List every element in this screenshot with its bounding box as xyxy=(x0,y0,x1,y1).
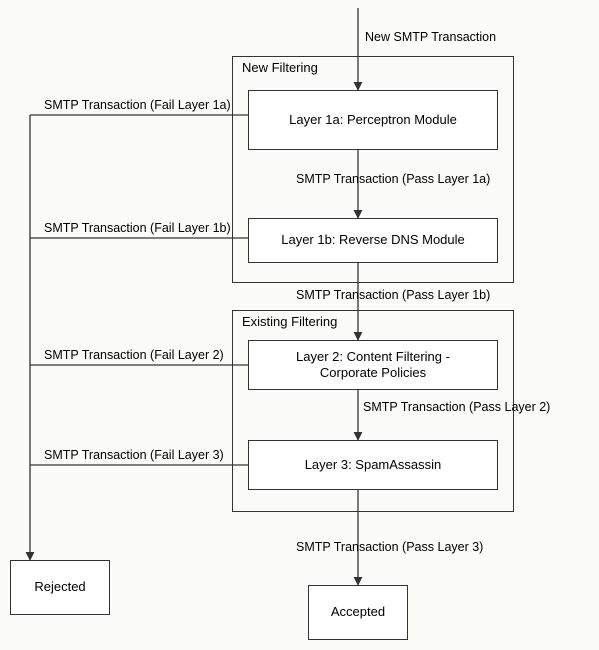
edge-label-fail1a: SMTP Transaction (Fail Layer 1a) xyxy=(44,98,231,112)
edge-label-pass3: SMTP Transaction (Pass Layer 3) xyxy=(296,540,483,554)
node-layer2-line2: Corporate Policies xyxy=(320,365,426,380)
edge-label-fail1b: SMTP Transaction (Fail Layer 1b) xyxy=(44,221,231,235)
node-layer2: Layer 2: Content Filtering - Corporate P… xyxy=(248,340,498,390)
group-label-new-filtering: New Filtering xyxy=(240,60,320,75)
node-layer3: Layer 3: SpamAssassin xyxy=(248,440,498,490)
edge-label-fail2: SMTP Transaction (Fail Layer 2) xyxy=(44,348,224,362)
flowchart: New Filtering Existing Filtering Layer 1… xyxy=(0,0,599,650)
node-accepted: Accepted xyxy=(308,585,408,640)
edge-label-pass1b: SMTP Transaction (Pass Layer 1b) xyxy=(296,288,490,302)
node-rejected: Rejected xyxy=(10,560,110,615)
node-layer1a: Layer 1a: Perceptron Module xyxy=(248,90,498,150)
edge-label-input: New SMTP Transaction xyxy=(365,30,496,44)
group-label-existing-filtering: Existing Filtering xyxy=(240,314,339,329)
node-layer2-line1: Layer 2: Content Filtering - xyxy=(296,349,450,364)
node-layer1b: Layer 1b: Reverse DNS Module xyxy=(248,218,498,263)
edge-label-pass2: SMTP Transaction (Pass Layer 2) xyxy=(363,400,550,414)
edge-label-pass1a: SMTP Transaction (Pass Layer 1a) xyxy=(296,172,490,186)
edge-label-fail3: SMTP Transaction (Fail Layer 3) xyxy=(44,448,224,462)
